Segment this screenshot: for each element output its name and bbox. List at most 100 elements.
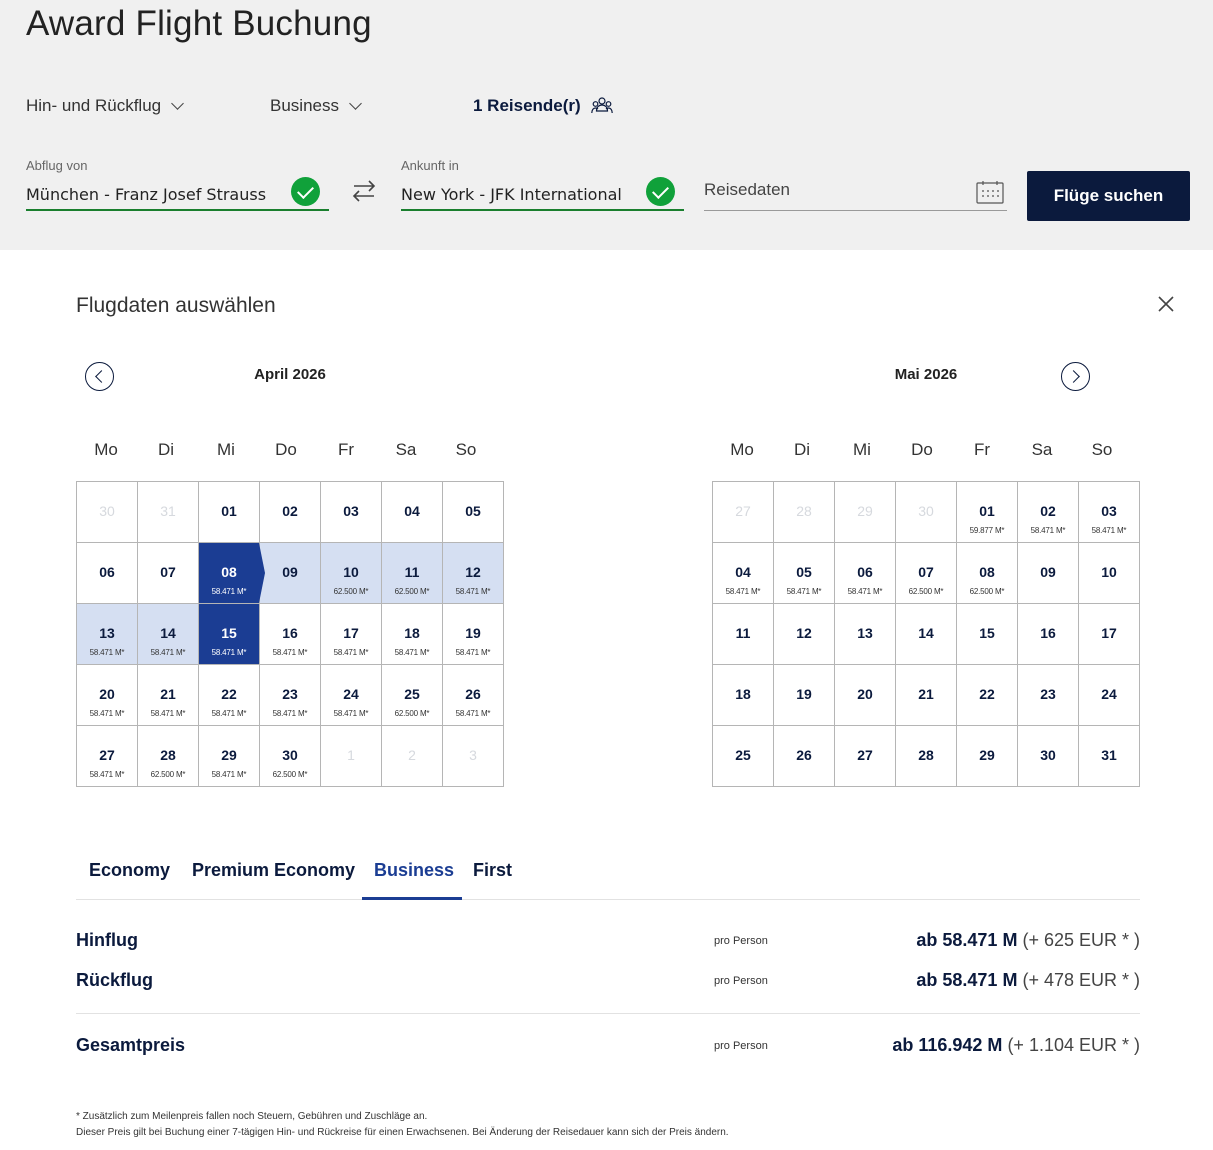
calendar-day[interactable]: 07 [138, 543, 199, 604]
calendar-day[interactable]: 21 [896, 665, 957, 726]
calendar-day[interactable]: 27 [835, 726, 896, 787]
calendar-day[interactable]: 28 62.500 M* [138, 726, 199, 787]
calendar-day[interactable]: 11 62.500 M* [382, 543, 443, 604]
calendar-day[interactable]: 02 58.471 M* [1018, 482, 1079, 543]
calendar-day[interactable]: 04 58.471 M* [713, 543, 774, 604]
calendar-day[interactable]: 07 62.500 M* [896, 543, 957, 604]
calendar-day[interactable]: 05 58.471 M* [774, 543, 835, 604]
travel-dates-field[interactable]: Reisedaten [704, 170, 1007, 211]
tab-first[interactable]: First [473, 860, 512, 881]
departure-field[interactable]: Abflug von München - Franz Josef Strauss [26, 158, 329, 211]
arrival-field[interactable]: Ankunft in New York - JFK International [401, 158, 684, 211]
footnote-line: Dieser Preis gilt bei Buchung einer 7-tä… [76, 1127, 729, 1138]
day-price: 58.471 M* [272, 709, 308, 718]
calendar-day[interactable]: 04 [382, 482, 443, 543]
calendar-day[interactable]: 17 [1079, 604, 1140, 665]
calendar-day[interactable]: 09 [1018, 543, 1079, 604]
departure-input[interactable]: München - Franz Josef Strauss [26, 185, 282, 204]
day-number: 13 [99, 625, 115, 641]
weekday-label: Do [275, 440, 297, 459]
calendar-day[interactable]: 06 58.471 M* [835, 543, 896, 604]
calendar-day[interactable]: 30 [1018, 726, 1079, 787]
calendar-day[interactable]: 23 [1018, 665, 1079, 726]
calendar-day[interactable]: 10 62.500 M* [321, 543, 382, 604]
calendar-day[interactable]: 29 [957, 726, 1018, 787]
search-flights-button[interactable]: Flüge suchen [1027, 171, 1190, 221]
calendar-day[interactable]: 15 58.471 M* [199, 604, 260, 665]
cabin-dropdown[interactable]: Business [270, 96, 362, 116]
calendar-day[interactable]: 22 [957, 665, 1018, 726]
calendar-day[interactable]: 19 [774, 665, 835, 726]
day-price: 58.471 M* [89, 648, 125, 657]
calendar-day[interactable]: 10 [1079, 543, 1140, 604]
calendar-day[interactable]: 17 58.471 M* [321, 604, 382, 665]
arrival-input[interactable]: New York - JFK International [401, 185, 635, 204]
day-price: 58.471 M* [455, 587, 491, 596]
total-price-row: Gesamtpreis pro Person ab 116.942 M (+ 1… [76, 1035, 1140, 1059]
day-number: 05 [796, 564, 812, 580]
tab-business[interactable]: Business [374, 860, 454, 881]
calendar-day[interactable]: 16 58.471 M* [260, 604, 321, 665]
day-number: 17 [343, 625, 359, 641]
day-number: 07 [918, 564, 934, 580]
calendar-day[interactable]: 20 [835, 665, 896, 726]
calendar-day[interactable]: 18 58.471 M* [382, 604, 443, 665]
calendar-day[interactable]: 20 58.471 M* [77, 665, 138, 726]
calendar-day[interactable]: 05 [443, 482, 504, 543]
calendar-day[interactable]: 16 [1018, 604, 1079, 665]
travel-dates-input[interactable]: Reisedaten [704, 180, 790, 200]
calendar-day[interactable]: 15 [957, 604, 1018, 665]
arrow-left-icon[interactable] [85, 362, 114, 391]
calendar-day[interactable]: 25 62.500 M* [382, 665, 443, 726]
calendar-day[interactable]: 11 [713, 604, 774, 665]
calendar-day[interactable]: 19 58.471 M* [443, 604, 504, 665]
day-price: 58.471 M* [211, 709, 247, 718]
trip-type-dropdown[interactable]: Hin- und Rückflug [26, 96, 184, 116]
calendar-day[interactable]: 27 58.471 M* [77, 726, 138, 787]
calendar-day[interactable]: 03 58.471 M* [1079, 482, 1140, 543]
day-number: 2 [408, 747, 416, 763]
day-price: 62.500 M* [969, 587, 1005, 596]
calendar-day[interactable]: 21 58.471 M* [138, 665, 199, 726]
calendar-day[interactable]: 23 58.471 M* [260, 665, 321, 726]
calendar-day[interactable]: 03 [321, 482, 382, 543]
calendar-day[interactable]: 13 [835, 604, 896, 665]
calendar-day[interactable]: 06 [77, 543, 138, 604]
calendar-day[interactable]: 28 [896, 726, 957, 787]
calendar-day[interactable]: 14 [896, 604, 957, 665]
calendar-day[interactable]: 30 62.500 M* [260, 726, 321, 787]
calendar-day[interactable]: 29 58.471 M* [199, 726, 260, 787]
calendar-day[interactable]: 02 [260, 482, 321, 543]
calendar-day[interactable]: 26 58.471 M* [443, 665, 504, 726]
calendar-day[interactable]: 25 [713, 726, 774, 787]
calendar-icon[interactable] [976, 180, 1004, 204]
calendar-day[interactable]: 22 58.471 M* [199, 665, 260, 726]
calendar-day[interactable]: 31 [1079, 726, 1140, 787]
calendar-day[interactable]: 12 [774, 604, 835, 665]
tab-economy[interactable]: Economy [89, 860, 170, 881]
calendar-day[interactable]: 09 [260, 543, 321, 604]
tab-premium-economy[interactable]: Premium Economy [192, 860, 355, 881]
chevron-down-icon [349, 97, 362, 110]
calendar-day: 27 [713, 482, 774, 543]
weekday-label: So [455, 440, 477, 459]
calendar-day[interactable]: 13 58.471 M* [77, 604, 138, 665]
calendar-day[interactable]: 18 [713, 665, 774, 726]
close-icon[interactable] [1154, 292, 1178, 316]
calendar-title: Flugdaten auswählen [76, 294, 276, 317]
calendar-day[interactable]: 24 58.471 M* [321, 665, 382, 726]
calendar-day[interactable]: 08 62.500 M* [957, 543, 1018, 604]
day-price: 62.500 M* [394, 587, 430, 596]
calendar-day[interactable]: 24 [1079, 665, 1140, 726]
return-label: Rückflug [76, 970, 154, 990]
calendar-day[interactable]: 01 [199, 482, 260, 543]
calendar-day[interactable]: 01 59.877 M* [957, 482, 1018, 543]
calendar-day[interactable]: 26 [774, 726, 835, 787]
swap-icon[interactable] [350, 177, 378, 205]
calendar-day[interactable]: 12 58.471 M* [443, 543, 504, 604]
day-number: 08 [979, 564, 995, 580]
calendar-day[interactable]: 14 58.471 M* [138, 604, 199, 665]
travellers-selector[interactable]: 1 Reisende(r) [473, 96, 613, 116]
calendar-day[interactable]: 08 58.471 M* [199, 543, 265, 604]
arrow-right-icon[interactable] [1061, 362, 1090, 391]
